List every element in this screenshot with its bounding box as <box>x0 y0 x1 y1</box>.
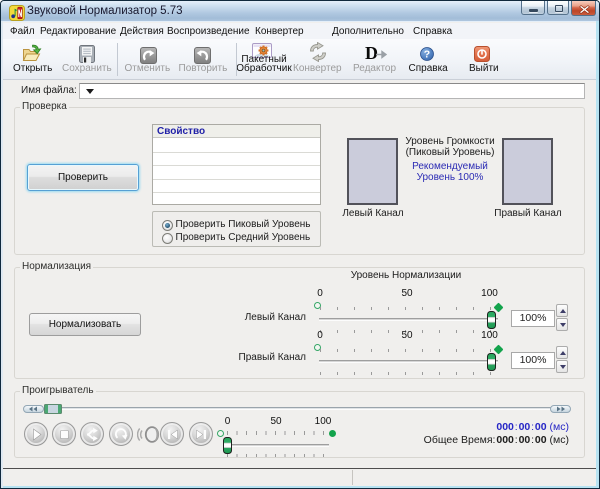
svg-text:?: ? <box>424 49 430 61</box>
